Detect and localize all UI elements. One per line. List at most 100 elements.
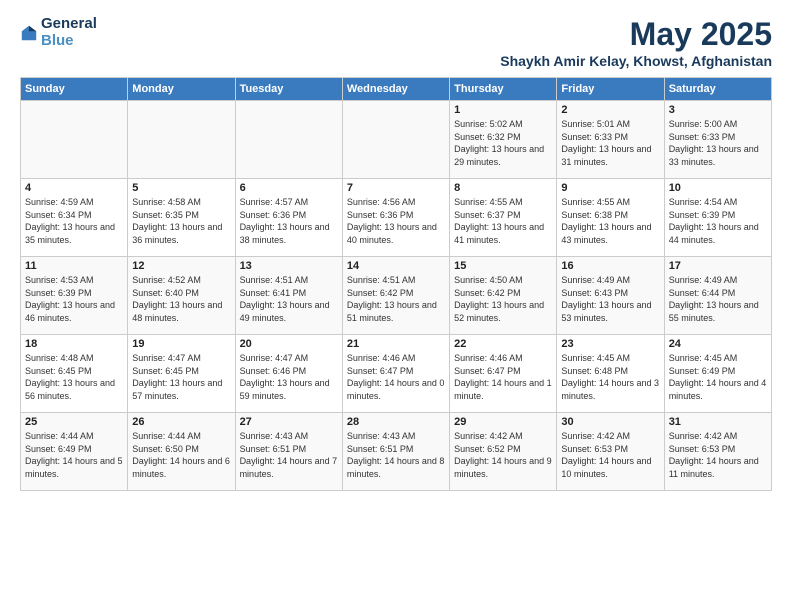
- table-row: 17 Sunrise: 4:49 AM Sunset: 6:44 PM Dayli…: [664, 257, 771, 335]
- day-info: Sunrise: 5:02 AM Sunset: 6:32 PM Dayligh…: [454, 118, 552, 168]
- table-row: 9 Sunrise: 4:55 AM Sunset: 6:38 PM Daylig…: [557, 179, 664, 257]
- day-info: Sunrise: 4:53 AM Sunset: 6:39 PM Dayligh…: [25, 274, 123, 324]
- day-info: Sunrise: 4:55 AM Sunset: 6:38 PM Dayligh…: [561, 196, 659, 246]
- calendar-body: 1 Sunrise: 5:02 AM Sunset: 6:32 PM Daylig…: [21, 101, 772, 491]
- day-number: 4: [25, 182, 123, 194]
- day-info: Sunrise: 4:45 AM Sunset: 6:48 PM Dayligh…: [561, 352, 659, 402]
- day-number: 31: [669, 416, 767, 428]
- title-block: May 2025 Shaykh Amir Kelay, Khowst, Afgh…: [500, 16, 772, 69]
- day-info: Sunrise: 4:51 AM Sunset: 6:41 PM Dayligh…: [240, 274, 338, 324]
- day-info: Sunrise: 4:49 AM Sunset: 6:44 PM Dayligh…: [669, 274, 767, 324]
- day-info: Sunrise: 4:57 AM Sunset: 6:36 PM Dayligh…: [240, 196, 338, 246]
- calendar-week-2: 4Sunrise: 4:59 AM Sunset: 6:34 PM Daylig…: [21, 179, 772, 257]
- day-number: 29: [454, 416, 552, 428]
- day-info: Sunrise: 4:47 AM Sunset: 6:45 PM Dayligh…: [132, 352, 230, 402]
- day-number: 5: [132, 182, 230, 194]
- day-number: 1: [454, 104, 552, 116]
- table-row: 5 Sunrise: 4:58 AM Sunset: 6:35 PM Daylig…: [128, 179, 235, 257]
- col-saturday: Saturday: [664, 78, 771, 101]
- day-info: Sunrise: 4:50 AM Sunset: 6:42 PM Dayligh…: [454, 274, 552, 324]
- day-number: 9: [561, 182, 659, 194]
- day-number: 13: [240, 260, 338, 272]
- day-number: 26: [132, 416, 230, 428]
- table-row: 31Sunrise: 4:42 AM Sunset: 6:53 PM Dayli…: [664, 413, 771, 491]
- table-row: 14 Sunrise: 4:51 AM Sunset: 6:42 PM Dayli…: [342, 257, 449, 335]
- table-row: 6 Sunrise: 4:57 AM Sunset: 6:36 PM Daylig…: [235, 179, 342, 257]
- day-number: 17: [669, 260, 767, 272]
- day-number: 30: [561, 416, 659, 428]
- table-row: 10 Sunrise: 4:54 AM Sunset: 6:39 PM Dayli…: [664, 179, 771, 257]
- day-info: Sunrise: 5:01 AM Sunset: 6:33 PM Dayligh…: [561, 118, 659, 168]
- table-row: 24Sunrise: 4:45 AM Sunset: 6:49 PM Dayli…: [664, 335, 771, 413]
- table-row: 23 Sunrise: 4:45 AM Sunset: 6:48 PM Dayli…: [557, 335, 664, 413]
- table-row: 22Sunrise: 4:46 AM Sunset: 6:47 PM Dayli…: [450, 335, 557, 413]
- table-row: 16 Sunrise: 4:49 AM Sunset: 6:43 PM Dayli…: [557, 257, 664, 335]
- col-tuesday: Tuesday: [235, 78, 342, 101]
- table-row: 20Sunrise: 4:47 AM Sunset: 6:46 PM Dayli…: [235, 335, 342, 413]
- day-info: Sunrise: 4:42 AM Sunset: 6:53 PM Dayligh…: [561, 430, 659, 480]
- table-row: [21, 101, 128, 179]
- col-monday: Monday: [128, 78, 235, 101]
- day-info: Sunrise: 4:44 AM Sunset: 6:49 PM Dayligh…: [25, 430, 123, 480]
- table-row: [128, 101, 235, 179]
- day-number: 8: [454, 182, 552, 194]
- calendar-table: Sunday Monday Tuesday Wednesday Thursday…: [20, 77, 772, 491]
- table-row: 18 Sunrise: 4:48 AM Sunset: 6:45 PM Dayli…: [21, 335, 128, 413]
- col-sunday: Sunday: [21, 78, 128, 101]
- day-number: 2: [561, 104, 659, 116]
- day-info: Sunrise: 4:51 AM Sunset: 6:42 PM Dayligh…: [347, 274, 445, 324]
- table-row: 12Sunrise: 4:52 AM Sunset: 6:40 PM Dayli…: [128, 257, 235, 335]
- logo: General Blue: [20, 16, 97, 49]
- day-number: 14: [347, 260, 445, 272]
- table-row: 19 Sunrise: 4:47 AM Sunset: 6:45 PM Dayli…: [128, 335, 235, 413]
- table-row: 3 Sunrise: 5:00 AM Sunset: 6:33 PM Daylig…: [664, 101, 771, 179]
- day-number: 24: [669, 338, 767, 350]
- calendar-week-3: 11 Sunrise: 4:53 AM Sunset: 6:39 PM Dayli…: [21, 257, 772, 335]
- day-info: Sunrise: 4:47 AM Sunset: 6:46 PM Dayligh…: [240, 352, 338, 402]
- calendar-week-1: 1 Sunrise: 5:02 AM Sunset: 6:32 PM Daylig…: [21, 101, 772, 179]
- table-row: 15 Sunrise: 4:50 AM Sunset: 6:42 PM Dayli…: [450, 257, 557, 335]
- table-row: [235, 101, 342, 179]
- table-row: 27Sunrise: 4:43 AM Sunset: 6:51 PM Dayli…: [235, 413, 342, 491]
- day-number: 18: [25, 338, 123, 350]
- day-info: Sunrise: 4:58 AM Sunset: 6:35 PM Dayligh…: [132, 196, 230, 246]
- day-number: 28: [347, 416, 445, 428]
- day-number: 27: [240, 416, 338, 428]
- logo-general-text: General: [41, 16, 97, 33]
- table-row: 30 Sunrise: 4:42 AM Sunset: 6:53 PM Dayli…: [557, 413, 664, 491]
- day-number: 19: [132, 338, 230, 350]
- day-number: 11: [25, 260, 123, 272]
- calendar-week-4: 18 Sunrise: 4:48 AM Sunset: 6:45 PM Dayli…: [21, 335, 772, 413]
- table-row: 25Sunrise: 4:44 AM Sunset: 6:49 PM Dayli…: [21, 413, 128, 491]
- day-info: Sunrise: 4:42 AM Sunset: 6:52 PM Dayligh…: [454, 430, 552, 480]
- day-number: 3: [669, 104, 767, 116]
- day-number: 21: [347, 338, 445, 350]
- day-number: 10: [669, 182, 767, 194]
- table-row: 8Sunrise: 4:55 AM Sunset: 6:37 PM Daylig…: [450, 179, 557, 257]
- table-row: 11 Sunrise: 4:53 AM Sunset: 6:39 PM Dayli…: [21, 257, 128, 335]
- page: General Blue May 2025 Shaykh Amir Kelay,…: [0, 0, 792, 612]
- day-info: Sunrise: 4:49 AM Sunset: 6:43 PM Dayligh…: [561, 274, 659, 324]
- day-info: Sunrise: 4:48 AM Sunset: 6:45 PM Dayligh…: [25, 352, 123, 402]
- table-row: 7Sunrise: 4:56 AM Sunset: 6:36 PM Daylig…: [342, 179, 449, 257]
- table-row: 29 Sunrise: 4:42 AM Sunset: 6:52 PM Dayli…: [450, 413, 557, 491]
- table-row: 4Sunrise: 4:59 AM Sunset: 6:34 PM Daylig…: [21, 179, 128, 257]
- table-row: 28 Sunrise: 4:43 AM Sunset: 6:51 PM Dayli…: [342, 413, 449, 491]
- calendar-week-5: 25Sunrise: 4:44 AM Sunset: 6:49 PM Dayli…: [21, 413, 772, 491]
- day-number: 15: [454, 260, 552, 272]
- day-info: Sunrise: 4:44 AM Sunset: 6:50 PM Dayligh…: [132, 430, 230, 480]
- table-row: 2 Sunrise: 5:01 AM Sunset: 6:33 PM Daylig…: [557, 101, 664, 179]
- header: General Blue May 2025 Shaykh Amir Kelay,…: [20, 16, 772, 69]
- table-row: 26 Sunrise: 4:44 AM Sunset: 6:50 PM Dayli…: [128, 413, 235, 491]
- day-info: Sunrise: 5:00 AM Sunset: 6:33 PM Dayligh…: [669, 118, 767, 168]
- logo-icon: [20, 24, 38, 42]
- day-number: 12: [132, 260, 230, 272]
- day-number: 16: [561, 260, 659, 272]
- day-number: 23: [561, 338, 659, 350]
- day-info: Sunrise: 4:46 AM Sunset: 6:47 PM Dayligh…: [454, 352, 552, 402]
- day-number: 6: [240, 182, 338, 194]
- logo-blue-text: Blue: [41, 33, 97, 50]
- col-thursday: Thursday: [450, 78, 557, 101]
- day-info: Sunrise: 4:43 AM Sunset: 6:51 PM Dayligh…: [347, 430, 445, 480]
- day-info: Sunrise: 4:54 AM Sunset: 6:39 PM Dayligh…: [669, 196, 767, 246]
